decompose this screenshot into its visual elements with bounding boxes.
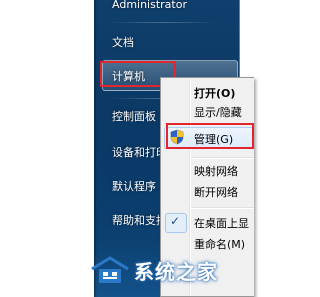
start-item-help-support[interactable]: 帮助和支持	[112, 212, 167, 228]
watermark: 系统之家	[90, 251, 254, 289]
ctx-item-map-network-drive[interactable]: 映射网络	[194, 163, 238, 179]
ctx-item-open[interactable]: 打开(O)	[194, 85, 235, 101]
checkmark-icon: ✓	[170, 214, 181, 228]
user-name-item[interactable]: Administrator	[112, 0, 187, 11]
menu-separator	[191, 207, 254, 209]
house-logo-icon	[90, 255, 130, 285]
start-item-control-panel[interactable]: 控制面板	[112, 108, 156, 124]
ctx-item-disconnect-network-drive[interactable]: 断开网络	[194, 184, 238, 200]
start-item-default-programs[interactable]: 默认程序	[112, 178, 156, 194]
ctx-item-rename[interactable]: 重命名(M)	[194, 236, 245, 252]
start-item-documents[interactable]: 文档	[112, 34, 134, 50]
watermark-text: 系统之家	[134, 259, 218, 284]
ctx-item-show-on-desktop[interactable]: 在桌面上显	[194, 215, 249, 231]
start-item-devices-printers[interactable]: 设备和打印	[112, 144, 167, 160]
ctx-item-show-hide[interactable]: 显示/隐藏	[194, 104, 242, 120]
pane-separator	[108, 22, 218, 23]
menu-separator	[191, 157, 254, 159]
annotation-box-manage	[166, 123, 254, 149]
